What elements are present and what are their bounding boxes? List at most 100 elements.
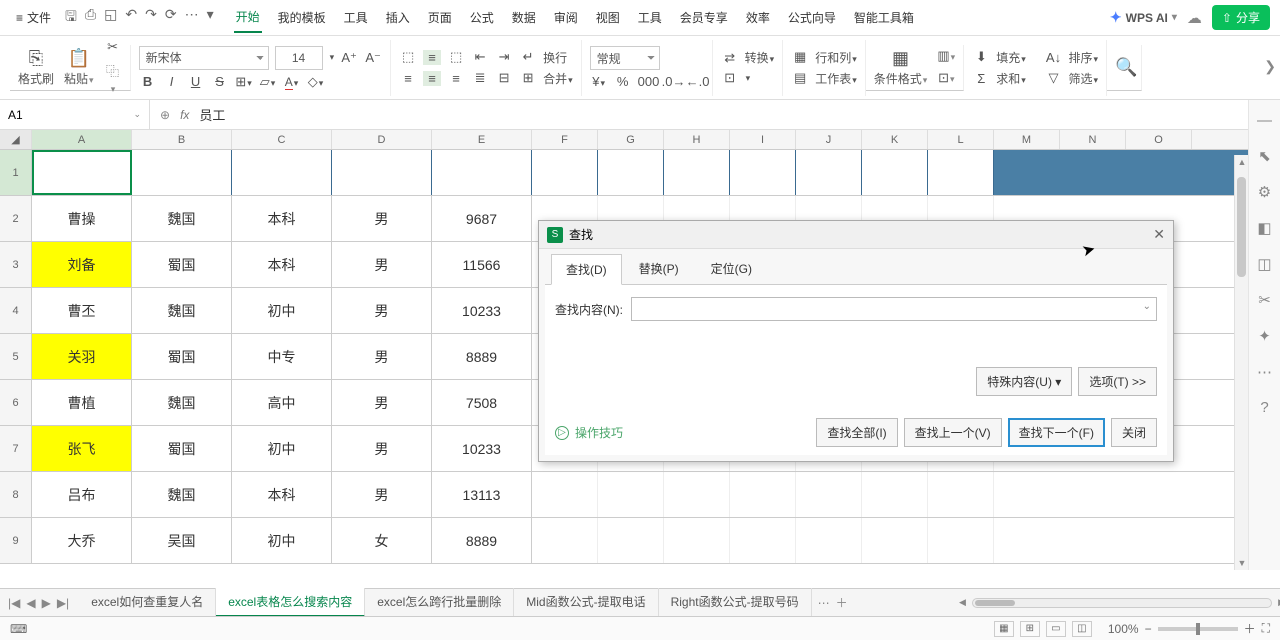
col-head-K[interactable]: K: [862, 130, 928, 149]
cell[interactable]: 男: [332, 380, 432, 425]
find-icon[interactable]: 🔍: [1115, 57, 1133, 78]
row-head[interactable]: 6: [0, 380, 32, 425]
italic-icon[interactable]: I: [163, 74, 181, 89]
col-head-M[interactable]: M: [994, 130, 1060, 149]
cell[interactable]: 10233: [432, 426, 532, 471]
fill-label[interactable]: 填充▾: [996, 49, 1026, 66]
col-head-H[interactable]: H: [664, 130, 730, 149]
cell[interactable]: 男: [332, 288, 432, 333]
sheet-nav-0[interactable]: |◀: [8, 596, 20, 610]
menu-item-8[interactable]: 视图: [594, 3, 622, 32]
formula-content[interactable]: 员工: [199, 105, 225, 124]
cell[interactable]: [730, 518, 796, 563]
worksheet-icon[interactable]: ▤: [791, 70, 809, 86]
cell[interactable]: 本科: [232, 242, 332, 287]
undo-icon[interactable]: ↶: [125, 6, 137, 30]
cell[interactable]: 大乔: [32, 518, 132, 563]
col-head-E[interactable]: E: [432, 130, 532, 149]
reading-view-icon[interactable]: ▭: [1046, 621, 1066, 637]
highlight-icon[interactable]: ◇▾: [307, 74, 325, 90]
cell[interactable]: [532, 472, 598, 517]
find-content-input[interactable]: [631, 297, 1157, 321]
panel-icon[interactable]: ◧: [1257, 219, 1271, 237]
wrap-text-icon[interactable]: ↵: [519, 49, 537, 65]
help-icon[interactable]: ?: [1260, 399, 1268, 416]
cell[interactable]: [928, 472, 994, 517]
align-left-icon[interactable]: ≡: [399, 71, 417, 86]
decrease-decimal-icon[interactable]: ←.0: [686, 74, 704, 89]
share-button[interactable]: ⇧ 分享: [1212, 5, 1270, 30]
cell[interactable]: [862, 150, 928, 195]
qat-dropdown-icon[interactable]: ▾: [207, 6, 214, 30]
cell[interactable]: 魏国: [132, 380, 232, 425]
cell[interactable]: 高中: [232, 380, 332, 425]
more-tools-icon[interactable]: ⋯: [1257, 363, 1272, 381]
font-color-icon[interactable]: A▾: [283, 74, 301, 90]
col-head-I[interactable]: I: [730, 130, 796, 149]
transpose-label[interactable]: 转换▾: [745, 49, 775, 66]
cell[interactable]: 曹植: [32, 380, 132, 425]
name-box[interactable]: ⌄: [0, 100, 150, 129]
cell[interactable]: 工资: [432, 150, 532, 195]
copy-icon[interactable]: ⿻▾: [104, 61, 122, 95]
cell[interactable]: 本科: [232, 472, 332, 517]
menu-item-5[interactable]: 公式: [468, 3, 496, 32]
cell[interactable]: [598, 518, 664, 563]
cell[interactable]: 吕布: [32, 472, 132, 517]
dialog-tab-1[interactable]: 替换(P): [624, 253, 694, 284]
col-head-G[interactable]: G: [598, 130, 664, 149]
options-button[interactable]: 选项(T) >>: [1078, 367, 1157, 396]
shapes-icon[interactable]: ◫: [1257, 255, 1271, 273]
cell-style-icon[interactable]: ⊡▾: [937, 70, 955, 86]
row-head[interactable]: 7: [0, 426, 32, 471]
special-content-button[interactable]: 特殊内容(U) ▾: [976, 367, 1072, 396]
font-size-select[interactable]: [275, 46, 323, 70]
file-menu[interactable]: ≡ 文件: [10, 5, 57, 30]
menu-item-0[interactable]: 开始: [234, 2, 262, 33]
wrap-label[interactable]: 换行: [543, 49, 567, 66]
sort-icon[interactable]: A↓: [1045, 50, 1063, 65]
scroll-up-icon[interactable]: ▲: [1237, 157, 1247, 167]
cell[interactable]: [664, 472, 730, 517]
sheet-tab-3[interactable]: Mid函数公式-提取电话: [514, 588, 658, 617]
dialog-tab-2[interactable]: 定位(G): [696, 253, 767, 284]
cell[interactable]: [862, 472, 928, 517]
table-style-icon[interactable]: ▥▾: [937, 48, 955, 64]
sheet-nav-3[interactable]: ▶|: [57, 596, 69, 610]
scroll-thumb[interactable]: [1237, 177, 1246, 277]
sheet-tab-1[interactable]: excel表格怎么搜索内容: [216, 588, 365, 617]
menu-item-4[interactable]: 页面: [426, 3, 454, 32]
increase-indent-icon[interactable]: ⇥: [495, 49, 513, 65]
sum-label[interactable]: 求和▾: [996, 70, 1026, 87]
cell[interactable]: 性别: [332, 150, 432, 195]
col-head-O[interactable]: O: [1126, 130, 1192, 149]
fx-icon[interactable]: fx: [180, 108, 189, 122]
dialog-titlebar[interactable]: S 查找 ✕: [539, 221, 1173, 249]
strike-icon[interactable]: S: [211, 74, 229, 89]
row-head[interactable]: 1: [0, 150, 32, 195]
cell[interactable]: 蜀国: [132, 334, 232, 379]
row-head[interactable]: 8: [0, 472, 32, 517]
ribbon-collapse-icon[interactable]: ❯: [1264, 58, 1276, 75]
dialog-tab-0[interactable]: 查找(D): [551, 254, 622, 285]
border-icon[interactable]: ⊞▾: [235, 74, 253, 90]
menu-item-13[interactable]: 智能工具箱: [852, 3, 916, 32]
preview-icon[interactable]: ◱: [104, 6, 117, 30]
merge-icon[interactable]: ⊞: [519, 70, 537, 86]
fill-color-icon[interactable]: ▱▾: [259, 74, 277, 90]
cell[interactable]: [928, 518, 994, 563]
align-right-icon[interactable]: ≡: [447, 71, 465, 86]
cell[interactable]: [730, 472, 796, 517]
select-icon[interactable]: ⬉: [1258, 147, 1271, 165]
cell[interactable]: 9687: [432, 196, 532, 241]
justify-icon[interactable]: ≣: [471, 70, 489, 86]
paste-button[interactable]: 📋粘贴▾: [64, 48, 94, 87]
cut-icon[interactable]: ✂: [104, 39, 122, 55]
cell[interactable]: 男: [332, 334, 432, 379]
col-head-N[interactable]: N: [1060, 130, 1126, 149]
row-head[interactable]: 4: [0, 288, 32, 333]
tools-icon[interactable]: ✦: [1258, 327, 1271, 345]
cell[interactable]: 10233: [432, 288, 532, 333]
cell[interactable]: 曹操: [32, 196, 132, 241]
transpose-icon[interactable]: ⇄: [721, 50, 739, 66]
